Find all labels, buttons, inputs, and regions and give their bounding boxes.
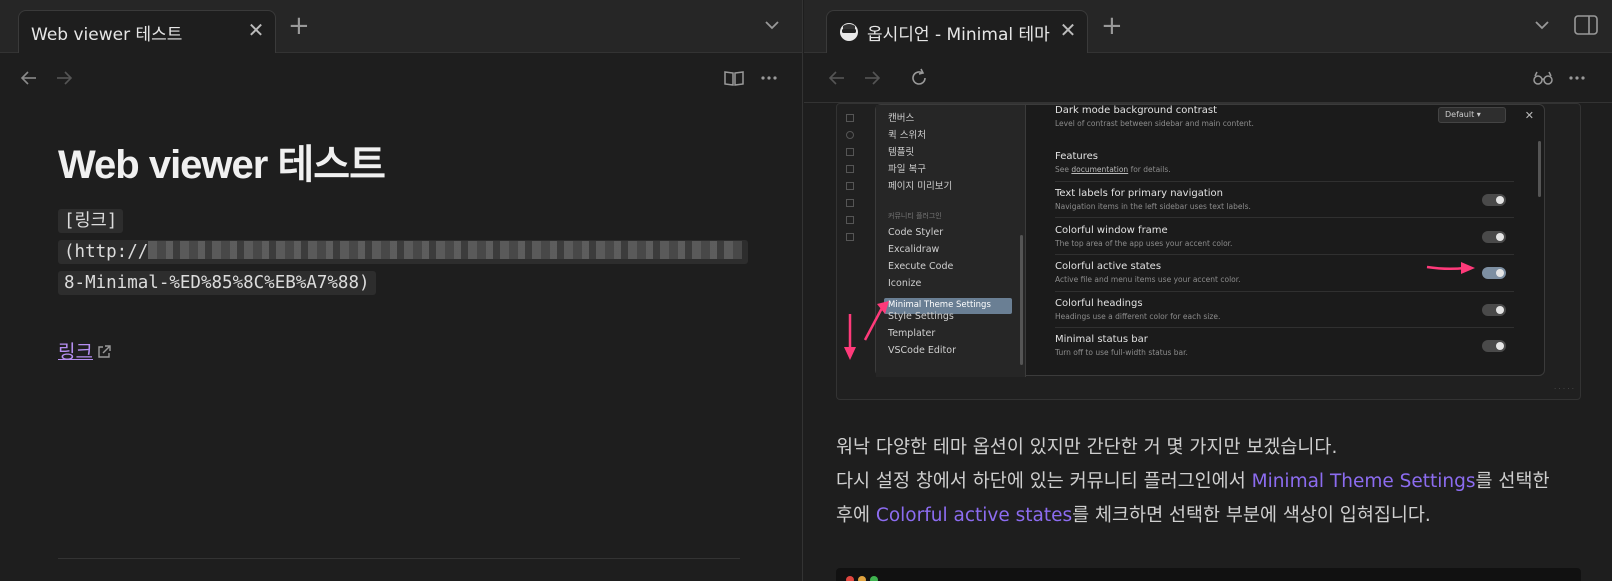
divider <box>58 558 740 559</box>
embedded-screenshot-2 <box>836 568 1581 581</box>
tab-list-chevron-icon[interactable] <box>763 16 781 34</box>
right-nav-bar <box>804 53 1612 103</box>
back-arrow-icon[interactable] <box>826 67 848 89</box>
tab-list-chevron-icon[interactable] <box>1533 16 1551 34</box>
app-window: Web viewer 테스트 ✕ + Web viewer 테스트 [링크] (… <box>0 0 1612 581</box>
close-icon[interactable]: ✕ <box>245 19 267 41</box>
new-tab-icon[interactable]: + <box>288 10 310 42</box>
right-tab-bar: 옵시디언 - Minimal 테마 ✕ + <box>804 0 1612 53</box>
body-text-line: 다시 설정 창에서 하단에 있는 커뮤니티 플러그인에서 Minimal The… <box>836 471 1550 492</box>
more-options-icon[interactable] <box>1566 67 1588 89</box>
inline-code-block: [링크] (http:// 8-Minimal-%ED%85%8C%EB%A7%… <box>58 206 749 299</box>
code-line: [링크] <box>58 206 748 237</box>
back-arrow-icon[interactable] <box>18 67 40 89</box>
more-options-icon[interactable] <box>758 67 780 89</box>
right-pane: 옵시디언 - Minimal 테마 ✕ + 캔버스 퀵 스위처 템플릿 파일 복… <box>804 0 1612 581</box>
left-pane: Web viewer 테스트 ✕ + Web viewer 테스트 [링크] (… <box>0 0 803 581</box>
left-tab-title: Web viewer 테스트 <box>31 25 183 45</box>
new-tab-icon[interactable]: + <box>1101 10 1123 42</box>
body-text-line: 워낙 다양한 테마 옵션이 있지만 간단한 거 몇 가지만 보겠습니다. <box>836 437 1338 458</box>
left-tab[interactable]: Web viewer 테스트 ✕ <box>18 10 276 53</box>
forward-arrow-icon[interactable] <box>861 67 883 89</box>
reload-icon[interactable] <box>908 67 930 89</box>
external-link[interactable]: 링크 <box>58 337 112 364</box>
window-minimize-dot <box>858 576 866 581</box>
forward-arrow-icon[interactable] <box>53 67 75 89</box>
glasses-icon[interactable] <box>1532 67 1554 89</box>
status-bar-faded: · · · · · <box>1553 385 1574 393</box>
right-tab-title: 옵시디언 - Minimal 테마 <box>867 25 1050 45</box>
site-favicon-icon <box>840 23 858 41</box>
external-link-icon <box>98 345 111 358</box>
left-tab-bar: Web viewer 테스트 ✕ + <box>0 0 802 53</box>
body-text-line: 후에 Colorful active states를 체크하면 선택한 부분에 … <box>836 505 1431 526</box>
left-nav-bar <box>0 53 802 103</box>
window-maximize-dot <box>870 576 878 581</box>
highlight-text: Minimal Theme Settings <box>1251 471 1476 492</box>
annotation-arrows <box>844 262 1475 360</box>
window-close-dot <box>846 576 854 581</box>
sidebar-toggle-icon[interactable] <box>1574 15 1598 35</box>
note-title: Web viewer 테스트 <box>58 143 386 187</box>
redacted-url <box>148 241 743 259</box>
reading-view-icon[interactable] <box>723 67 745 89</box>
embedded-screenshot: 캔버스 퀵 스위처 템플릿 파일 복구 페이지 미리보기 커뮤니티 플러그인 C… <box>836 103 1581 400</box>
close-icon[interactable]: ✕ <box>1057 19 1079 41</box>
code-line: (http:// <box>58 237 749 268</box>
code-line: 8-Minimal-%ED%85%8C%EB%A7%88) <box>58 268 748 299</box>
right-tab[interactable]: 옵시디언 - Minimal 테마 ✕ <box>826 10 1088 53</box>
highlight-text: Colorful active states <box>875 505 1073 526</box>
